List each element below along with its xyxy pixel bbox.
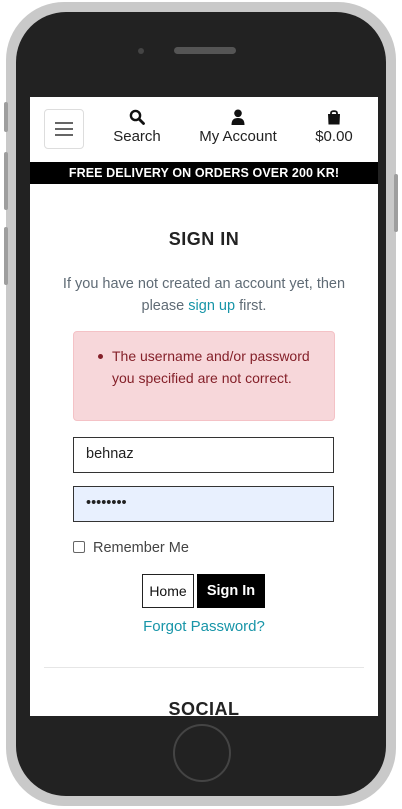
menu-toggle-button[interactable]	[44, 109, 84, 149]
hamburger-icon-bar	[55, 134, 73, 136]
social-heading: SOCIAL	[168, 699, 240, 716]
signup-link[interactable]: sign up	[188, 298, 235, 314]
phone-volume-up-button	[4, 152, 8, 210]
hamburger-icon-bar	[55, 122, 73, 124]
nav-cart-link[interactable]: $0.00	[313, 109, 355, 145]
phone-home-button	[173, 724, 231, 782]
page-title: SIGN IN	[168, 229, 240, 249]
password-field[interactable]: ••••••••	[73, 486, 334, 522]
earpiece-speaker	[174, 47, 236, 54]
top-navbar: Search My Account $0.00	[30, 97, 378, 161]
remember-me-label: Remember Me	[93, 540, 189, 556]
nav-cart-total: $0.00	[315, 128, 353, 145]
remember-me-row[interactable]: Remember Me	[73, 540, 189, 556]
home-button[interactable]: Home	[142, 574, 194, 608]
signup-prompt-suffix: first.	[235, 298, 267, 314]
error-alert: The username and/or password you specifi…	[73, 331, 335, 421]
front-camera	[138, 48, 144, 54]
remember-me-checkbox[interactable]	[73, 540, 85, 553]
error-list: The username and/or password you specifi…	[98, 345, 322, 389]
bullet-icon	[98, 354, 103, 359]
shopping-bag-icon	[328, 110, 340, 125]
nav-search-link[interactable]: Search	[113, 109, 161, 145]
username-field[interactable]: behnaz	[73, 437, 334, 473]
section-divider	[44, 667, 364, 668]
signup-prompt: If you have not created an account yet, …	[50, 273, 358, 317]
phone-volume-down-button	[4, 227, 8, 285]
nav-search-label: Search	[113, 128, 161, 145]
forgot-password-link[interactable]: Forgot Password?	[30, 618, 378, 635]
user-icon	[231, 109, 245, 125]
error-list-item: The username and/or password you specifi…	[98, 345, 322, 389]
nav-account-link[interactable]: My Account	[196, 109, 280, 145]
nav-account-label: My Account	[199, 128, 277, 145]
hamburger-icon-bar	[55, 128, 73, 130]
search-icon	[129, 109, 145, 125]
sign-in-button[interactable]: Sign In	[197, 574, 265, 608]
screen: Search My Account $0.00 FREE DELIVERY ON…	[30, 97, 378, 716]
phone-side-button	[4, 102, 8, 132]
promo-banner: FREE DELIVERY ON ORDERS OVER 200 KR!	[30, 162, 378, 184]
error-message: The username and/or password you specifi…	[112, 348, 310, 386]
phone-power-button	[394, 174, 398, 232]
